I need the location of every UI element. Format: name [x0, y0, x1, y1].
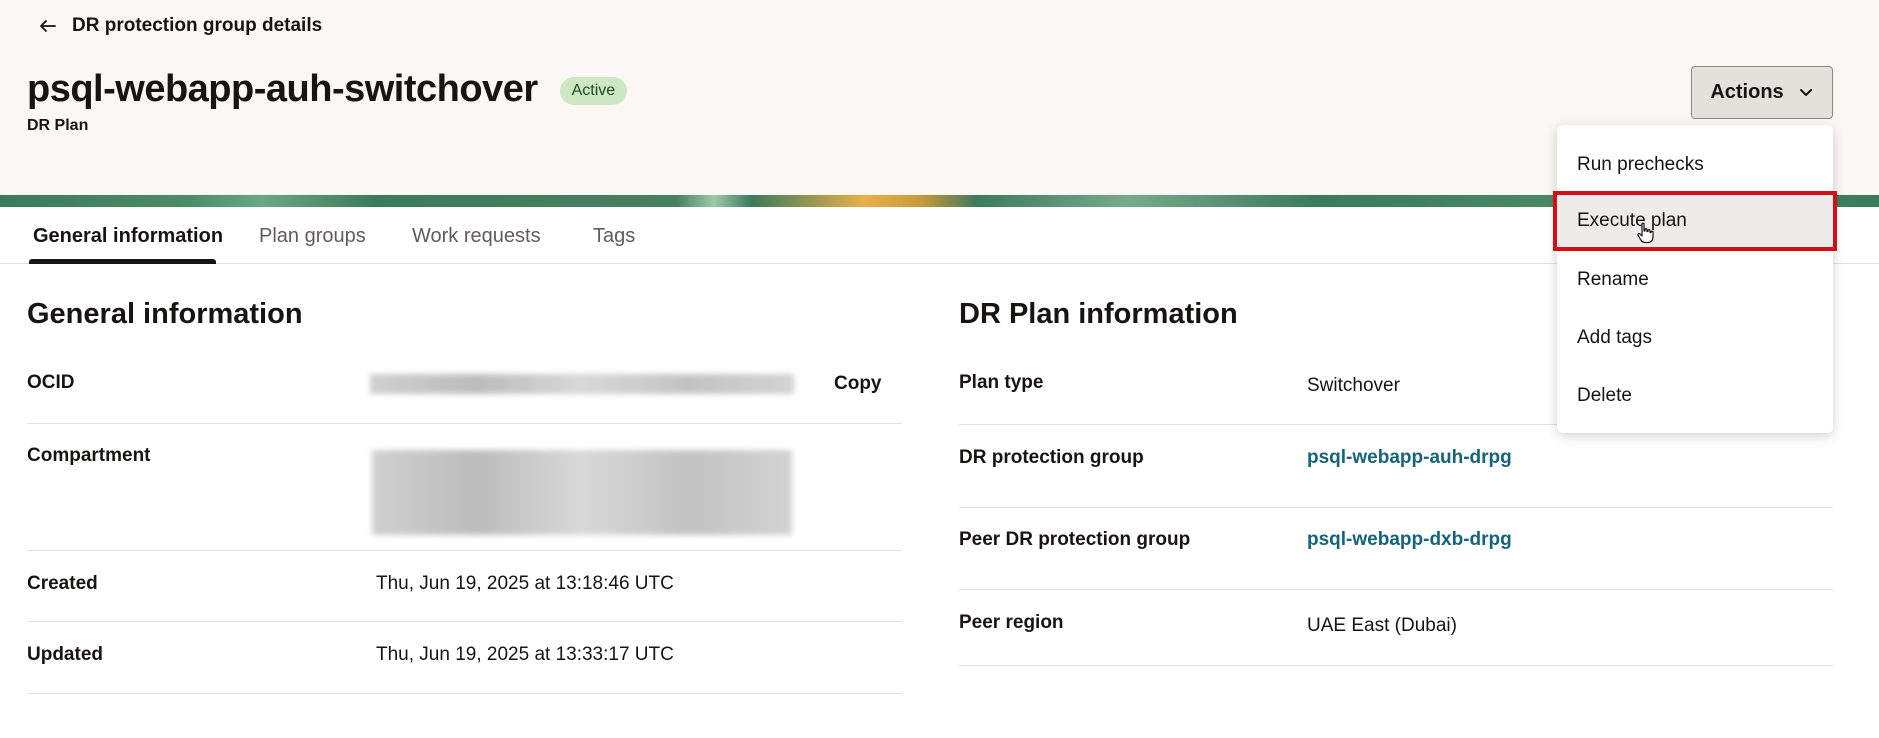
- menu-item-execute-plan[interactable]: Execute plan: [1553, 191, 1837, 251]
- back-link-label: DR protection group details: [72, 15, 323, 36]
- status-badge: Active: [559, 76, 628, 105]
- copy-ocid-link[interactable]: Copy: [834, 373, 882, 395]
- created-label: Created: [27, 573, 98, 594]
- peer-region-value: UAE East (Dubai): [1307, 615, 1457, 636]
- menu-item-run-prechecks[interactable]: Run prechecks: [1557, 137, 1833, 193]
- divider: [27, 423, 902, 424]
- page-title: psql-webapp-auh-switchover: [27, 68, 538, 110]
- plan-type-value: Switchover: [1307, 375, 1400, 396]
- updated-label: Updated: [27, 644, 103, 665]
- general-info-title: General information: [27, 298, 303, 330]
- plan-info-title: DR Plan information: [959, 298, 1238, 330]
- back-link[interactable]: DR protection group details: [38, 14, 322, 38]
- arrow-left-icon: [40, 20, 56, 32]
- active-tab-indicator: [29, 259, 216, 264]
- menu-item-delete[interactable]: Delete: [1557, 368, 1833, 424]
- tab-general-information[interactable]: General information: [33, 225, 223, 248]
- protection-group-link[interactable]: psql-webapp-auh-drpg: [1307, 447, 1512, 469]
- compartment-value-redacted: [372, 450, 792, 535]
- menu-item-rename[interactable]: Rename: [1557, 252, 1833, 308]
- protection-group-label: DR protection group: [959, 447, 1144, 468]
- menu-item-add-tags[interactable]: Add tags: [1557, 310, 1833, 366]
- title-row: psql-webapp-auh-switchover Active: [27, 68, 628, 111]
- tab-tags[interactable]: Tags: [593, 225, 635, 248]
- updated-value: Thu, Jun 19, 2025 at 13:33:17 UTC: [376, 644, 674, 665]
- peer-group-link[interactable]: psql-webapp-dxb-drpg: [1307, 529, 1512, 551]
- divider: [27, 550, 902, 551]
- actions-button-label: Actions: [1710, 81, 1784, 103]
- chevron-down-icon: [1799, 88, 1812, 96]
- page-subtitle: DR Plan: [27, 117, 89, 134]
- hand-cursor-icon: [1637, 222, 1654, 244]
- actions-button[interactable]: Actions: [1691, 66, 1833, 119]
- ocid-label: OCID: [27, 372, 75, 393]
- divider: [27, 621, 902, 622]
- ocid-value-redacted: [370, 374, 794, 394]
- created-value: Thu, Jun 19, 2025 at 13:18:46 UTC: [376, 573, 674, 594]
- plan-type-label: Plan type: [959, 372, 1044, 393]
- divider: [959, 665, 1833, 666]
- compartment-label: Compartment: [27, 445, 151, 466]
- tab-work-requests[interactable]: Work requests: [412, 225, 541, 248]
- divider: [959, 507, 1833, 508]
- actions-menu: Run prechecks Execute plan Rename Add ta…: [1553, 125, 1837, 433]
- divider: [27, 693, 902, 694]
- peer-region-label: Peer region: [959, 612, 1064, 633]
- tab-plan-groups[interactable]: Plan groups: [259, 225, 366, 248]
- divider: [959, 589, 1833, 590]
- peer-group-label: Peer DR protection group: [959, 529, 1191, 550]
